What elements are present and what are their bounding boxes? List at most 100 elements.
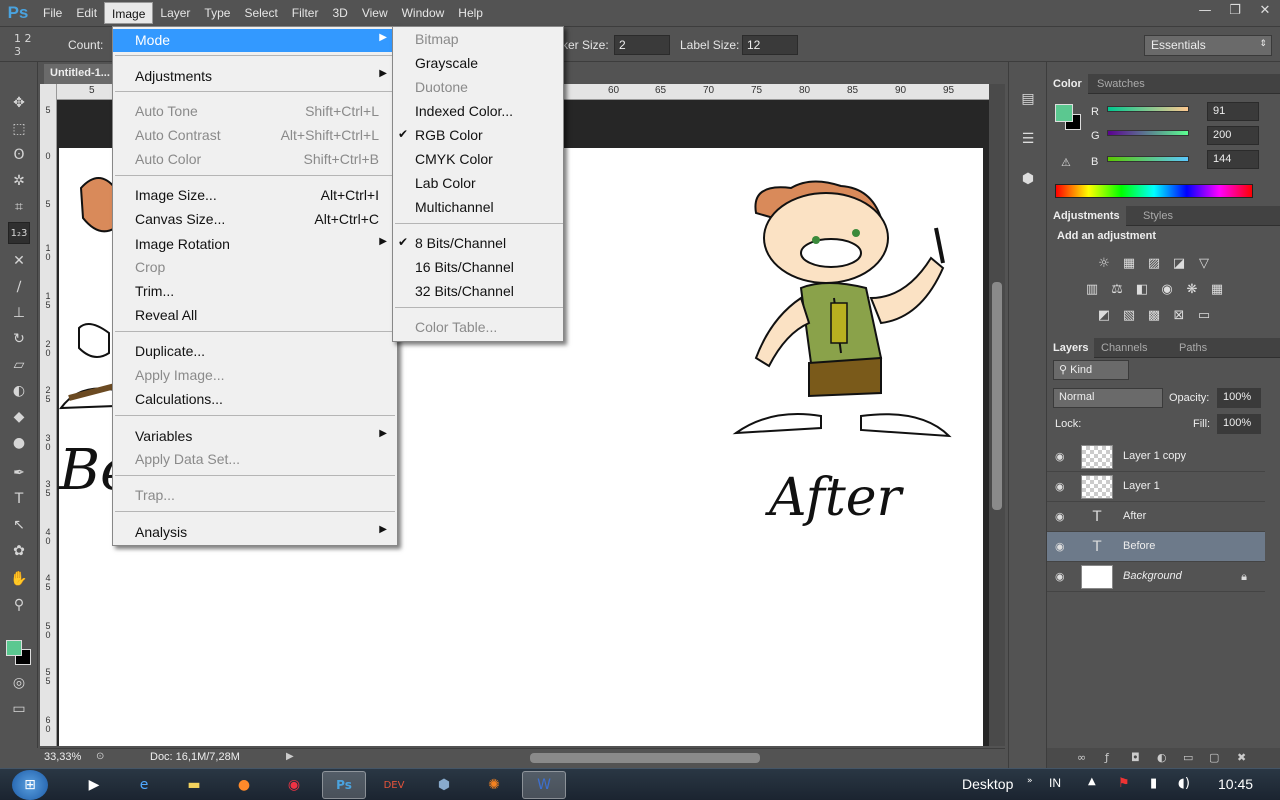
- eye-icon[interactable]: ◉: [1055, 540, 1069, 554]
- mode-item-indexed-color[interactable]: Indexed Color...: [393, 100, 563, 123]
- word-icon[interactable]: W: [522, 771, 566, 799]
- tab-layers[interactable]: Layers: [1047, 338, 1095, 358]
- zoom-tool-icon[interactable]: ⚲: [8, 594, 30, 616]
- b-slider[interactable]: [1107, 156, 1189, 162]
- marker-size-input[interactable]: 2: [614, 35, 670, 55]
- workspace-select[interactable]: Essentials ⇕: [1144, 35, 1272, 56]
- mask-icon[interactable]: ◘: [1131, 751, 1145, 765]
- menu-item-adjustments[interactable]: Adjustments ▶: [113, 65, 397, 88]
- eye-icon[interactable]: ◉: [1055, 450, 1069, 464]
- channel-mixer-icon[interactable]: ❋: [1183, 280, 1201, 298]
- menu-item-apply-image[interactable]: Apply Image...: [113, 364, 397, 387]
- levels-icon[interactable]: ▦: [1120, 254, 1138, 272]
- minimize-button[interactable]: —: [1190, 0, 1220, 20]
- menu-item-image-size[interactable]: Image Size... Alt+Ctrl+I: [113, 184, 397, 207]
- menu-item-mode[interactable]: Mode ▶: [113, 29, 397, 52]
- mode-item-color-table[interactable]: Color Table...: [393, 316, 563, 339]
- virtualbox-icon[interactable]: ⬢: [422, 771, 466, 799]
- menu-item-image-rotation[interactable]: Image Rotation ▶: [113, 233, 397, 256]
- fill-input[interactable]: 100%: [1217, 414, 1261, 434]
- menu-help[interactable]: Help: [451, 2, 490, 24]
- menu-image[interactable]: Image: [104, 2, 154, 24]
- mode-item-grayscale[interactable]: Grayscale: [393, 52, 563, 75]
- photo-filter-icon[interactable]: ◉: [1158, 280, 1176, 298]
- eraser-tool-icon[interactable]: ▱: [8, 354, 30, 376]
- screen-mode-icon[interactable]: ▭: [8, 698, 30, 720]
- layer-kind-filter[interactable]: ⚲ Kind: [1053, 360, 1129, 380]
- layer-row[interactable]: ◉ T After: [1047, 502, 1265, 532]
- mode-item-32-bits[interactable]: 32 Bits/Channel: [393, 280, 563, 303]
- link-icon[interactable]: ∞: [1077, 751, 1091, 765]
- gradient-map-icon[interactable]: ▭: [1195, 306, 1213, 324]
- menu-type[interactable]: Type: [197, 2, 237, 24]
- adjustment-layer-icon[interactable]: ◐: [1157, 751, 1171, 765]
- close-button[interactable]: ✕: [1250, 0, 1280, 20]
- brush-tool-icon[interactable]: ∕: [8, 276, 30, 298]
- b-value-input[interactable]: 144: [1207, 150, 1259, 169]
- color-lookup-icon[interactable]: ▦: [1208, 280, 1226, 298]
- color-spectrum-bar[interactable]: [1055, 184, 1253, 198]
- quick-mask-icon[interactable]: ◎: [8, 672, 30, 694]
- blur-tool-icon[interactable]: ◆: [8, 406, 30, 428]
- language-indicator[interactable]: IN: [1049, 776, 1061, 790]
- exposure-icon[interactable]: ◪: [1170, 254, 1188, 272]
- path-select-tool-icon[interactable]: ↖: [8, 514, 30, 536]
- color-balance-icon[interactable]: ⚖: [1108, 280, 1126, 298]
- mode-item-multichannel[interactable]: Multichannel: [393, 196, 563, 219]
- tab-channels[interactable]: Channels: [1095, 338, 1153, 358]
- r-slider[interactable]: [1107, 106, 1189, 112]
- vertical-scrollbar[interactable]: [989, 84, 1005, 746]
- black-white-icon[interactable]: ◧: [1133, 280, 1151, 298]
- desktop-toolbar-label[interactable]: Desktop: [962, 776, 1013, 792]
- tab-color[interactable]: Color: [1047, 74, 1088, 94]
- menu-layer[interactable]: Layer: [153, 2, 197, 24]
- g-value-input[interactable]: 200: [1207, 126, 1259, 145]
- crop-tool-icon[interactable]: ⌗: [8, 196, 30, 218]
- restore-button[interactable]: ❐: [1220, 0, 1250, 20]
- marquee-tool-icon[interactable]: ⬚: [8, 118, 30, 140]
- move-tool-icon[interactable]: ✥: [8, 92, 30, 114]
- dodge-tool-icon[interactable]: ●: [8, 432, 30, 454]
- trash-icon[interactable]: ✖: [1237, 751, 1251, 765]
- menu-item-auto-contrast[interactable]: Auto Contrast Alt+Shift+Ctrl+L: [113, 124, 397, 147]
- tab-swatches[interactable]: Swatches: [1091, 74, 1151, 94]
- tray-expand-icon[interactable]: ▲: [1088, 776, 1096, 787]
- eye-icon[interactable]: ◉: [1055, 570, 1069, 584]
- menu-file[interactable]: File: [36, 2, 69, 24]
- photoshop-taskbar-icon[interactable]: Ps: [322, 771, 366, 799]
- pen-tool-icon[interactable]: ✒: [8, 462, 30, 484]
- r-value-input[interactable]: 91: [1207, 102, 1259, 121]
- taskbar-clock[interactable]: 10:45: [1218, 776, 1253, 792]
- new-layer-icon[interactable]: ▢: [1209, 751, 1223, 765]
- mode-item-lab-color[interactable]: Lab Color: [393, 172, 563, 195]
- selective-color-icon[interactable]: ⊠: [1170, 306, 1188, 324]
- eye-icon[interactable]: ◉: [1055, 480, 1069, 494]
- menu-item-auto-tone[interactable]: Auto Tone Shift+Ctrl+L: [113, 100, 397, 123]
- chrome-icon[interactable]: ◉: [272, 771, 316, 799]
- horizontal-scrollbar-thumb[interactable]: [530, 753, 760, 763]
- label-size-input[interactable]: 12: [742, 35, 798, 55]
- action-center-icon[interactable]: ⚑: [1118, 776, 1130, 791]
- tab-adjustments[interactable]: Adjustments: [1047, 206, 1126, 226]
- menu-item-auto-color[interactable]: Auto Color Shift+Ctrl+B: [113, 148, 397, 171]
- vibrance-icon[interactable]: ▽: [1195, 254, 1213, 272]
- lasso-tool-icon[interactable]: ʘ: [8, 144, 30, 166]
- menu-item-variables[interactable]: Variables ▶: [113, 425, 397, 448]
- firefox-icon[interactable]: ●: [222, 771, 266, 799]
- foreground-color-swatch[interactable]: [6, 640, 22, 656]
- count-tool-icon[interactable]: 1₂3: [8, 222, 30, 244]
- folder-icon[interactable]: ▭: [1183, 751, 1197, 765]
- history-panel-icon[interactable]: ▤: [1017, 88, 1039, 110]
- eye-icon[interactable]: ◉: [1055, 510, 1069, 524]
- mode-item-duotone[interactable]: Duotone: [393, 76, 563, 99]
- blend-mode-select[interactable]: Normal: [1053, 388, 1163, 408]
- type-tool-icon[interactable]: T: [8, 488, 30, 510]
- devcpp-icon[interactable]: DEV: [372, 771, 416, 799]
- shape-tool-icon[interactable]: ✿: [8, 540, 30, 562]
- menu-item-trim[interactable]: Trim...: [113, 280, 397, 303]
- layer-row[interactable]: ◉ Background 🔒︎: [1047, 562, 1265, 592]
- layer-row[interactable]: ◉ Layer 1 copy: [1047, 442, 1265, 472]
- healing-tool-icon[interactable]: ✕: [8, 250, 30, 272]
- posterize-icon[interactable]: ▧: [1120, 306, 1138, 324]
- status-menu-arrow-icon[interactable]: ▶: [286, 751, 294, 762]
